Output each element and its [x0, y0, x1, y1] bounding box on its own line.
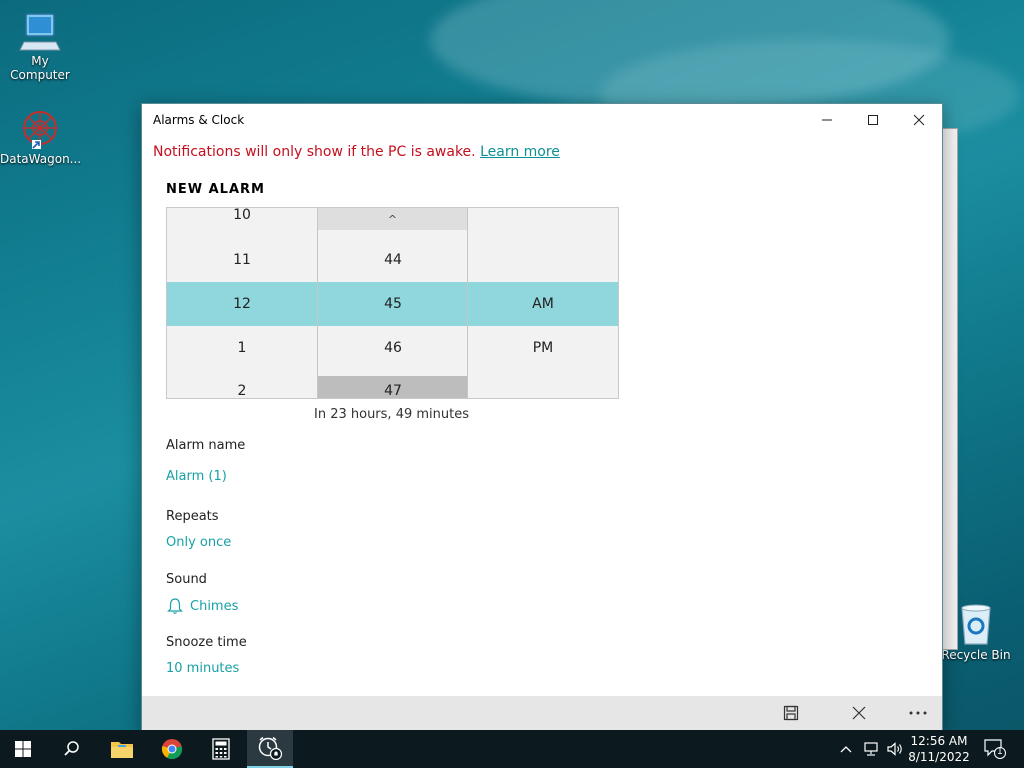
calculator-icon [212, 738, 230, 760]
discard-button[interactable] [839, 696, 879, 730]
minimize-button[interactable] [804, 104, 850, 136]
save-icon [783, 705, 799, 721]
period-column[interactable]: AM PM [468, 208, 618, 398]
window-title: Alarms & Clock [153, 113, 245, 127]
alarms-clock-taskbar-button[interactable] [247, 730, 293, 768]
period-option[interactable]: PM [468, 326, 618, 370]
volume-button[interactable] [884, 730, 906, 768]
snooze-dropdown[interactable]: 10 minutes [166, 661, 239, 676]
notice-text: Notifications will only show if the PC i… [153, 144, 476, 160]
repeats-label: Repeats [166, 509, 219, 524]
maximize-button[interactable] [850, 104, 896, 136]
file-explorer-button[interactable] [99, 730, 145, 768]
hour-option[interactable]: 2 [167, 369, 317, 398]
notification-count-badge: 1 [997, 747, 1003, 757]
page-heading: NEW ALARM [166, 182, 265, 197]
sound-value: Chimes [190, 598, 239, 614]
calculator-button[interactable] [198, 730, 244, 768]
clock-time: 12:56 AM [910, 734, 968, 748]
learn-more-link[interactable]: Learn more [480, 144, 560, 160]
chrome-button[interactable] [149, 730, 195, 768]
command-bar [142, 696, 942, 730]
hour-option[interactable]: 10 [167, 208, 317, 237]
network-icon [864, 742, 878, 756]
maximize-icon [868, 115, 878, 125]
more-icon [909, 711, 927, 715]
clock-date: 8/11/2022 [908, 750, 970, 764]
datawagon-icon [18, 108, 62, 152]
notification-icon [984, 739, 1006, 759]
time-picker: 10 11 12 1 2 ^ 44 45 46 47 AM PM [166, 207, 619, 399]
computer-icon [18, 10, 62, 54]
awake-notice: Notifications will only show if the PC i… [153, 144, 560, 160]
desktop-icon-label: My Computer [10, 54, 70, 82]
title-bar[interactable]: Alarms & Clock [142, 104, 942, 136]
speaker-icon [887, 742, 902, 756]
folder-icon [111, 742, 133, 758]
hour-option[interactable]: 1 [167, 326, 317, 370]
search-icon [64, 741, 79, 756]
minute-option[interactable]: 47 [318, 369, 468, 398]
alarm-name-label: Alarm name [166, 438, 246, 453]
windows-logo-icon [15, 741, 31, 757]
save-button[interactable] [771, 696, 811, 730]
more-button[interactable] [898, 696, 938, 730]
hour-column[interactable]: 10 11 12 1 2 [167, 208, 317, 398]
hour-option[interactable]: 11 [167, 238, 317, 282]
period-option-selected[interactable]: AM [468, 282, 618, 326]
start-button[interactable] [0, 730, 46, 768]
close-icon [913, 114, 925, 126]
taskbar-clock[interactable]: 12:56 AM 8/11/2022 [906, 730, 972, 768]
hour-option-selected[interactable]: 12 [167, 282, 317, 326]
minute-option[interactable]: 46 [318, 326, 468, 370]
minimize-icon [822, 119, 832, 121]
alarm-clock-icon [258, 736, 283, 760]
alarms-clock-window: Alarms & Clock Notifications will only s… [141, 103, 943, 731]
minute-column[interactable]: 44 45 46 47 [318, 208, 468, 398]
alarm-name-field[interactable]: Alarm (1) [166, 469, 227, 484]
minute-option[interactable]: 44 [318, 238, 468, 282]
chevron-up-icon [840, 746, 852, 753]
search-button[interactable] [49, 730, 95, 768]
repeats-dropdown[interactable]: Only once [166, 535, 231, 550]
recycle-bin-icon [954, 600, 998, 648]
network-button[interactable] [860, 730, 882, 768]
time-until-alarm: In 23 hours, 49 minutes [314, 407, 469, 422]
desktop-icon-datawagon[interactable]: DataWagon... [0, 108, 82, 166]
bell-icon [167, 598, 183, 614]
chrome-icon [161, 739, 183, 760]
action-center-button[interactable]: 1 [978, 730, 1012, 768]
minute-option-selected[interactable]: 45 [318, 282, 468, 326]
snooze-label: Snooze time [166, 635, 247, 650]
desktop-icon-my-computer[interactable]: My Computer [0, 10, 80, 82]
close-icon [852, 706, 866, 720]
desktop-icon-label: Recycle Bin [941, 648, 1011, 662]
desktop-icon-label: DataWagon... [0, 152, 82, 166]
sound-dropdown[interactable]: Chimes [166, 597, 238, 615]
sound-label: Sound [166, 572, 207, 587]
show-hidden-icons-button[interactable] [836, 730, 856, 768]
taskbar: 12:56 AM 8/11/2022 1 [0, 730, 1024, 768]
close-button[interactable] [896, 104, 942, 136]
